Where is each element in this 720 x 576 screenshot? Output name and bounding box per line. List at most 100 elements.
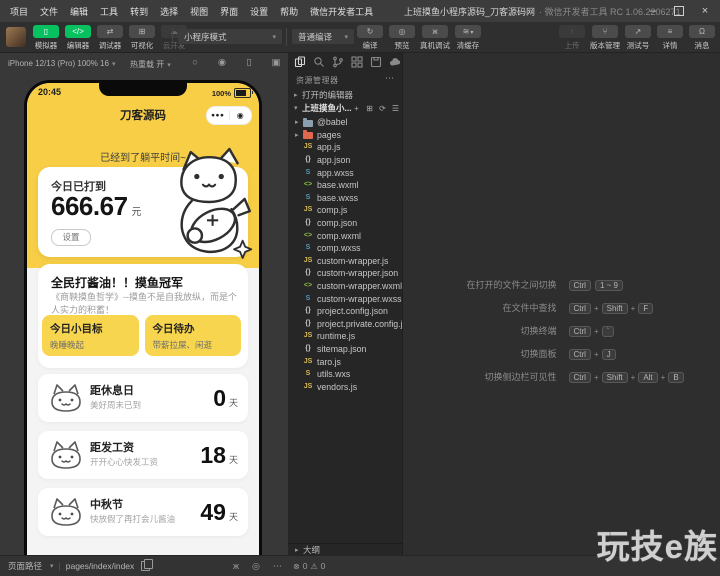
open-editors-section[interactable]: ▸ 打开的编辑器 <box>294 89 400 101</box>
source-control-icon[interactable] <box>331 55 345 69</box>
refresh-icon[interactable]: ⟳ <box>378 104 387 113</box>
float-window-icon[interactable]: ▣ <box>270 57 282 68</box>
project-section[interactable]: ▾ 上班摸鱼小... + ⊞ ⟳ ☰ <box>294 102 400 114</box>
file-tree-item[interactable]: runtime.js <box>288 330 402 343</box>
menu-item[interactable]: 微信开发者工具 <box>304 5 379 18</box>
menu-item[interactable]: 文件 <box>34 5 64 18</box>
slogan-subtitle: 《商鞅摸鱼哲学》--摸鱼不是自我放纵，而是个人实力的积蓄！ <box>51 292 237 315</box>
toolbar-button[interactable]: ↑ 上传 <box>556 25 588 51</box>
preview-eye-icon[interactable]: ◎ <box>252 561 260 572</box>
shortcut-key-part: Ctrl <box>567 321 593 339</box>
file-tree-item[interactable]: comp.js <box>288 204 402 217</box>
file-tree-item[interactable]: app.wxss <box>288 166 402 179</box>
maximize-button[interactable] <box>666 0 692 22</box>
slogan-title: 全民打酱油！！摸鱼冠军 <box>51 276 184 290</box>
key-chip: Shift <box>601 372 628 383</box>
menu-item[interactable]: 项目 <box>4 5 34 18</box>
menu-item[interactable]: 编辑 <box>64 5 94 18</box>
toolbar-button[interactable]: ж 真机调试 <box>418 25 452 51</box>
problems-indicator[interactable]: ⊗ 0 ⚠ 0 <box>293 556 325 576</box>
cat-icon <box>51 441 81 469</box>
debug-icon[interactable]: ж <box>233 561 239 571</box>
file-tree-item[interactable]: ▸ pages <box>288 129 402 142</box>
file-tree-item[interactable]: base.wxml <box>288 179 402 192</box>
goal-cell[interactable]: 今日待办 带薪拉屎、闲逛 <box>144 315 241 356</box>
countdown-title: 中秋节 <box>90 499 123 511</box>
shortcut-row: 在文件中查找 Ctrl + Shift + F <box>403 302 720 314</box>
file-tree-item[interactable]: ▸ @babel <box>288 116 402 129</box>
chevron-down-icon: ▾ <box>50 563 54 570</box>
toolbar-button[interactable]: ◎ 预览 <box>386 25 418 51</box>
toolbar-button[interactable]: </> 编辑器 <box>62 25 94 51</box>
page-path-label[interactable]: 页面路径 <box>8 560 42 572</box>
file-tree-item[interactable]: custom-wrapper.json <box>288 267 402 280</box>
home-icon[interactable]: ◉ <box>230 111 252 120</box>
toolbar-button-label: 上传 <box>564 41 580 50</box>
file-tree-item[interactable]: custom-wrapper.wxss <box>288 292 402 305</box>
compile-mode-select[interactable]: 普通编译 ▾ <box>292 29 354 44</box>
menu-item[interactable]: 界面 <box>214 5 244 18</box>
extensions-icon[interactable] <box>350 55 364 69</box>
snippets-icon[interactable] <box>369 55 383 69</box>
copy-icon[interactable] <box>141 559 154 571</box>
file-tree-item[interactable]: taro.js <box>288 355 402 368</box>
record-icon[interactable]: ◉ <box>216 57 228 68</box>
collapse-all-icon[interactable]: ☰ <box>391 104 400 113</box>
more-actions-icon[interactable]: ⋯ <box>385 73 394 84</box>
menu-dots-icon[interactable]: ●●● <box>207 112 229 119</box>
restart-icon[interactable]: ○ <box>189 57 201 68</box>
menu-item[interactable]: 帮助 <box>274 5 304 18</box>
countdown-card[interactable]: 距发工资 开开心心快发工资 18 天 <box>38 431 248 479</box>
toolbar-button[interactable]: ⇄ 调试器 <box>94 25 126 51</box>
file-tree-item[interactable]: project.private.config.js… <box>288 318 402 331</box>
file-tree-item[interactable]: custom-wrapper.wxml <box>288 280 402 293</box>
countdown-desc: 快放假了再打会儿酱油 <box>90 514 176 524</box>
toolbar-button[interactable]: ↗ 测试号 <box>622 25 654 51</box>
toolbar-button[interactable]: ≋▾ 清缓存 <box>452 25 484 51</box>
file-tree-item[interactable]: app.json <box>288 154 402 167</box>
file-tree-item[interactable]: comp.wxss <box>288 242 402 255</box>
capsule-menu[interactable]: ●●● ◉ <box>206 106 252 125</box>
menu-item[interactable]: 视图 <box>184 5 214 18</box>
file-tree-item[interactable]: utils.wxs <box>288 368 402 381</box>
new-file-icon[interactable]: + <box>352 104 361 113</box>
goal-cell[interactable]: 今日小目标 晚睡晚起 <box>42 315 139 356</box>
file-tree-item[interactable]: comp.json <box>288 217 402 230</box>
toolbar-button[interactable]: ↻ 编译 <box>354 25 386 51</box>
settings-button[interactable]: 设置 <box>51 229 91 246</box>
toolbar-button[interactable]: ▯ 模拟器 <box>30 25 62 51</box>
file-tree-item[interactable]: sitemap.json <box>288 343 402 356</box>
toolbar-button[interactable]: ⑂ 版本管理 <box>588 25 622 51</box>
close-button[interactable]: × <box>692 0 718 22</box>
files-icon[interactable] <box>293 55 307 69</box>
file-tree-item[interactable]: project.config.json <box>288 305 402 318</box>
toolbar-button[interactable]: ≡ 详情 <box>654 25 686 51</box>
file-name: taro.js <box>317 356 341 367</box>
countdown-card[interactable]: 距休息日 美好周末已到 0 天 <box>38 374 248 422</box>
toolbar-button[interactable]: Ω 消息 <box>686 25 718 51</box>
file-tree-item[interactable]: base.wxss <box>288 192 402 205</box>
countdown-unit: 天 <box>228 398 238 408</box>
menu-item[interactable]: 选择 <box>154 5 184 18</box>
hot-reload-toggle[interactable]: 热重载 开 ▾ <box>130 59 171 70</box>
file-tree-item[interactable]: app.js <box>288 141 402 154</box>
file-tree-item[interactable]: vendors.js <box>288 380 402 393</box>
file-tree-item[interactable]: comp.wxml <box>288 229 402 242</box>
user-avatar[interactable] <box>6 27 26 47</box>
search-icon[interactable] <box>312 55 326 69</box>
countdown-card[interactable]: 中秋节 快放假了再打会儿酱油 49 天 <box>38 488 248 536</box>
menu-item[interactable]: 工具 <box>94 5 124 18</box>
device-select[interactable]: iPhone 12/13 (Pro) 100% 16 ▾ <box>8 59 115 68</box>
file-tree-item[interactable]: custom-wrapper.js <box>288 255 402 268</box>
shortcut-key-part: + <box>593 298 600 316</box>
mode-select[interactable]: 小程序模式 ▾ <box>178 29 282 44</box>
toolbar-button[interactable]: ⊞ 可视化 <box>126 25 158 51</box>
cloud-icon[interactable] <box>388 55 402 69</box>
menu-item[interactable]: 转到 <box>124 5 154 18</box>
minimize-button[interactable]: – <box>640 0 666 22</box>
more-icon[interactable]: ⋯ <box>273 561 282 572</box>
mode-select-value: 小程序模式 <box>184 31 227 42</box>
new-folder-icon[interactable]: ⊞ <box>365 104 374 113</box>
menu-item[interactable]: 设置 <box>244 5 274 18</box>
device-frame-icon[interactable]: ▯ <box>243 57 255 68</box>
